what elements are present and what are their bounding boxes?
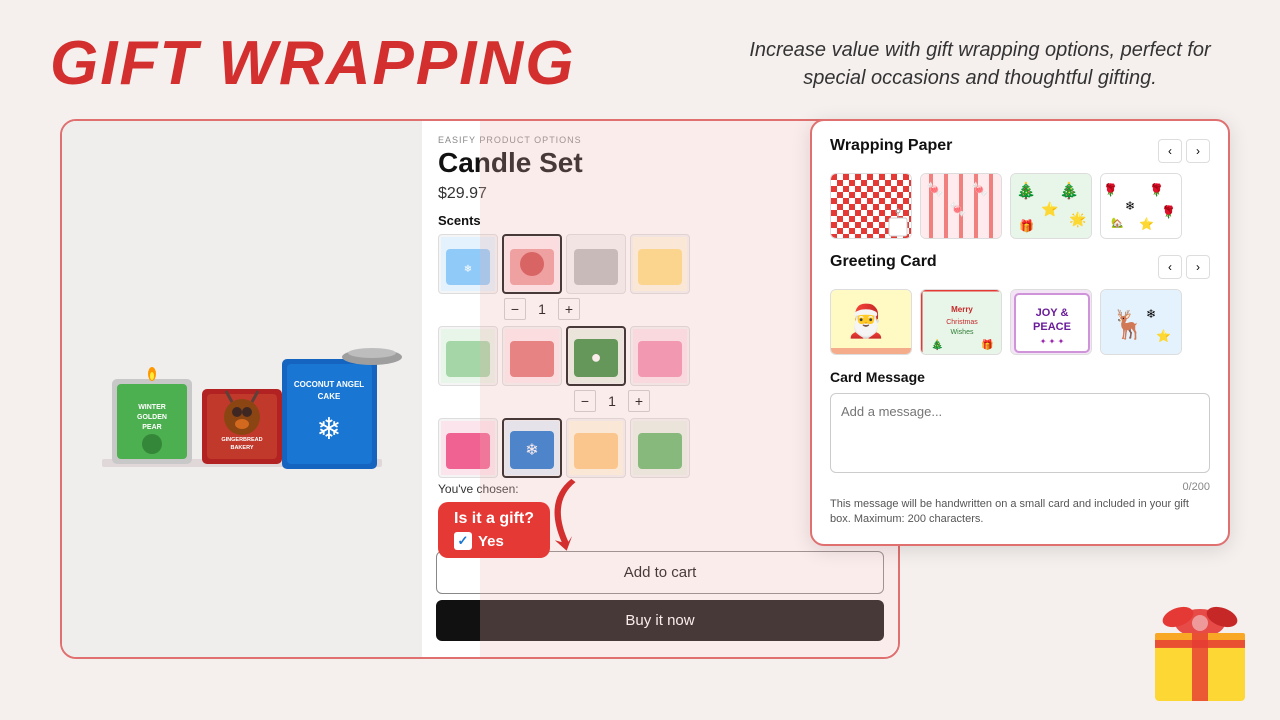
svg-text:🏡: 🏡: [1111, 217, 1123, 229]
buy-now-button[interactable]: Buy it now: [436, 600, 884, 641]
svg-text:🎅: 🎅: [846, 303, 886, 339]
product-image-area: WINTER GOLDEN PEAR GINGERBREAD BAKERY: [62, 121, 422, 657]
header: GIFT WRAPPING Increase value with gift w…: [0, 0, 1280, 119]
char-count: 0/200: [830, 481, 1210, 493]
scent-thumb-9[interactable]: [438, 418, 498, 478]
svg-text:❄: ❄: [1125, 199, 1135, 213]
svg-text:⭐: ⭐: [1041, 201, 1058, 217]
svg-text:⭐: ⭐: [1139, 217, 1154, 231]
scent-thumb-10[interactable]: ❄: [502, 418, 562, 478]
svg-text:🦌: 🦌: [1111, 308, 1146, 341]
qty-decrease-2[interactable]: −: [574, 390, 596, 412]
svg-text:Wishes: Wishes: [951, 329, 974, 336]
svg-text:GOLDEN: GOLDEN: [137, 414, 167, 421]
qty-increase-1[interactable]: +: [558, 298, 580, 320]
wrapping-paper-nav: ‹ ›: [1158, 139, 1210, 163]
action-buttons: Add to cart Buy it now: [436, 551, 884, 641]
qty-value-1: 1: [532, 301, 552, 317]
wrapping-paper-prev[interactable]: ‹: [1158, 139, 1182, 163]
greeting-card-1[interactable]: 🎅: [830, 289, 912, 355]
svg-text:JOY &: JOY &: [1036, 307, 1069, 319]
product-image: WINTER GOLDEN PEAR GINGERBREAD BAKERY: [82, 269, 402, 509]
wrapping-paper-title: Wrapping Paper: [830, 137, 952, 155]
svg-text:🍬: 🍬: [926, 181, 943, 198]
wrapping-paper-4[interactable]: 🌹 ❄ 🌹 🏡 ⭐ 🌹: [1100, 173, 1182, 239]
card-note: This message will be handwritten on a sm…: [830, 497, 1210, 528]
svg-text:Christmas: Christmas: [946, 319, 978, 326]
scent-thumb-5[interactable]: [438, 326, 498, 386]
scent-thumb-3[interactable]: [566, 234, 626, 294]
greeting-card-title: Greeting Card: [830, 253, 937, 271]
svg-text:🌹: 🌹: [1103, 182, 1118, 197]
greeting-card-2[interactable]: Merry Christmas Wishes 🎄 🎁: [920, 289, 1002, 355]
svg-text:🍬: 🍬: [949, 201, 966, 218]
greeting-card-next[interactable]: ›: [1186, 255, 1210, 279]
svg-text:❄: ❄: [464, 264, 472, 275]
wrapping-paper-grid: 🍬 🍬 🍬 🎄 ⭐ 🎄 🎁 🌟: [830, 173, 1210, 239]
svg-text:COCONUT ANGEL: COCONUT ANGEL: [294, 380, 364, 389]
greeting-card-nav: ‹ ›: [1158, 255, 1210, 279]
svg-text:🌟: 🌟: [1069, 211, 1086, 228]
svg-text:❄: ❄: [525, 442, 538, 459]
greeting-card-3[interactable]: JOY & PEACE ✦ ✦ ✦: [1010, 289, 1092, 355]
card-message-textarea[interactable]: [830, 393, 1210, 473]
svg-text:GINGERBREAD: GINGERBREAD: [221, 437, 262, 443]
svg-text:🎁: 🎁: [981, 338, 993, 351]
scent-thumb-7[interactable]: ●: [566, 326, 626, 386]
svg-text:CAKE: CAKE: [318, 392, 341, 401]
scent-thumb-8[interactable]: [630, 326, 690, 386]
svg-text:🌹: 🌹: [1161, 204, 1176, 219]
svg-text:🎄: 🎄: [1059, 181, 1079, 200]
gift-wrapping-panel: Wrapping Paper ‹ ›: [810, 119, 1230, 546]
wrapping-paper-section: Wrapping Paper ‹ ›: [830, 137, 1210, 165]
greeting-card-section: Greeting Card ‹ ›: [830, 253, 1210, 281]
scent-thumb-2[interactable]: [502, 234, 562, 294]
gift-yes-label: Yes: [478, 533, 504, 550]
svg-text:🌹: 🌹: [1149, 182, 1164, 197]
scent-thumb-1[interactable]: ❄: [438, 234, 498, 294]
svg-text:✦ ✦ ✦: ✦ ✦ ✦: [1040, 337, 1065, 346]
svg-text:🎁: 🎁: [1019, 219, 1034, 233]
product-card: WINTER GOLDEN PEAR GINGERBREAD BAKERY: [60, 119, 900, 659]
svg-text:PEACE: PEACE: [1033, 321, 1071, 333]
svg-text:●: ●: [591, 347, 602, 367]
svg-text:BAKERY: BAKERY: [230, 445, 253, 451]
svg-text:⭐: ⭐: [1156, 329, 1171, 343]
gift-question: Is it a gift?: [454, 510, 534, 528]
gift-checkmark: ✓: [454, 532, 472, 550]
qty-decrease-1[interactable]: −: [504, 298, 526, 320]
svg-text:WINTER: WINTER: [138, 404, 166, 411]
gift-yes-row: ✓ Yes: [454, 532, 534, 550]
scent-thumb-12[interactable]: [630, 418, 690, 478]
scent-thumb-4[interactable]: [630, 234, 690, 294]
svg-text:❄: ❄: [1146, 307, 1156, 321]
main-area: WINTER GOLDEN PEAR GINGERBREAD BAKERY: [60, 119, 1220, 659]
card-message-label: Card Message: [830, 369, 1210, 385]
header-description: Increase value with gift wrapping option…: [740, 36, 1220, 92]
qty-value-2: 1: [602, 393, 622, 409]
qty-increase-2[interactable]: +: [628, 390, 650, 412]
page-title: GIFT WRAPPING: [50, 28, 575, 99]
svg-text:Merry: Merry: [951, 305, 973, 314]
wrapping-paper-3[interactable]: 🎄 ⭐ 🎄 🎁 🌟: [1010, 173, 1092, 239]
gift-decoration: [1140, 605, 1260, 710]
greeting-card-4[interactable]: 🦌 ❄ ⭐: [1100, 289, 1182, 355]
wrapping-paper-2[interactable]: 🍬 🍬 🍬: [920, 173, 1002, 239]
wrapping-paper-1[interactable]: [830, 173, 912, 239]
svg-text:PEAR: PEAR: [142, 424, 161, 431]
wrapping-paper-next[interactable]: ›: [1186, 139, 1210, 163]
svg-text:🎄: 🎄: [931, 338, 943, 351]
scent-thumb-11[interactable]: [566, 418, 626, 478]
svg-text:❄: ❄: [316, 413, 341, 446]
svg-text:🍬: 🍬: [971, 181, 988, 198]
svg-text:🎄: 🎄: [1016, 181, 1036, 200]
scent-thumb-6[interactable]: [502, 326, 562, 386]
greeting-card-grid: 🎅 Merry Christmas Wishes 🎄 🎁: [830, 289, 1210, 355]
greeting-card-prev[interactable]: ‹: [1158, 255, 1182, 279]
